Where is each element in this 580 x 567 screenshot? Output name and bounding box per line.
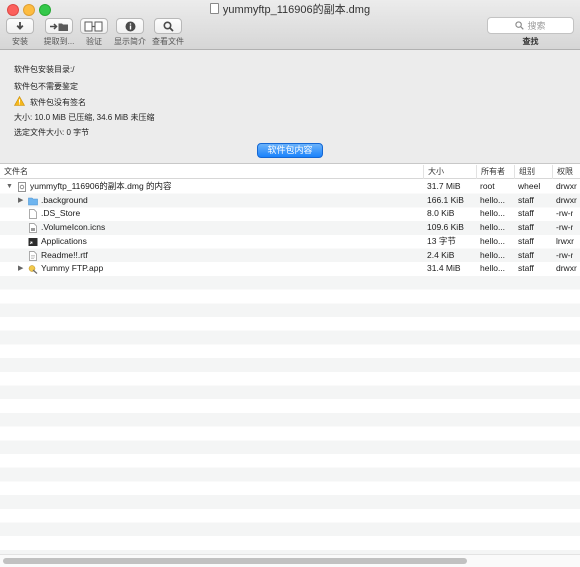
table-row[interactable]: ▶ .background 166.1 KiB hello... staff d… [0,194,580,208]
search-label: 查找 [522,37,539,46]
document-icon [209,3,219,14]
view-files-label: 查看文件 [152,37,184,46]
column-header-permissions[interactable]: 权限 [552,165,580,179]
table-row[interactable]: ▼ yummyftp_116906的副本.dmg 的内容 31.7 MiB ro… [0,180,580,194]
file-group: staff [518,263,534,274]
document-icon [29,209,37,220]
window-title-text: yummyftp_116906的副本.dmg [222,4,371,16]
table-header: 文件名 大小 所有者 组别 权限 [0,165,580,179]
file-name: .VolumeIcon.icns [41,222,106,233]
extract-to-button[interactable] [45,18,73,34]
download-arrow-icon [16,22,24,30]
column-header-owner[interactable]: 所有者 [476,165,514,179]
show-info-label: 显示简介 [114,37,146,46]
package-contents-button[interactable]: 软件包内容 [257,143,323,158]
file-owner: hello... [480,222,506,233]
extract-to-label: 提取到... [43,37,75,46]
alias-icon [28,237,38,246]
file-permissions: drwxr [556,263,577,274]
file-size: 13 字节 [427,235,456,246]
file-owner: hello... [480,249,506,260]
disclosure-expanded-icon[interactable]: ▼ [6,180,13,194]
table-row[interactable]: ▶ Yummy FTP.app 31.4 MiB hello... staff … [0,262,580,276]
disclosure-collapsed-icon[interactable]: ▶ [18,262,23,276]
disk-image-icon [18,182,26,192]
table-row[interactable]: .VolumeIcon.icns 109.6 KiB hello... staf… [0,221,580,235]
verify-label: 验证 [86,37,102,46]
install-directory-text: 软件包安装目录:/ [14,65,75,74]
table-row[interactable]: .DS_Store 8.0 KiB hello... staff -rw-r [0,207,580,221]
warning-icon [14,96,25,106]
file-owner: hello... [480,235,506,246]
file-group: staff [518,249,534,260]
signature-text: 软件包没有签名 [30,98,86,107]
file-name: Applications [41,235,87,246]
file-group: staff [518,222,534,233]
column-header-name[interactable]: 文件名 [0,165,423,179]
file-group: wheel [518,181,541,191]
file-size: 31.4 MiB [427,263,461,274]
authentication-text: 软件包不需要鉴定 [14,82,78,91]
install-label: 安装 [12,37,28,46]
file-size: 166.1 KiB [427,194,464,205]
show-info-button[interactable] [116,18,144,34]
view-files-button[interactable] [154,18,182,34]
file-size: 2.4 KiB [427,249,455,260]
file-permissions: -rw-r [556,249,574,260]
file-size: 109.6 KiB [427,222,464,233]
verify-icon [84,21,103,31]
search-input[interactable]: 搜索 [487,17,574,34]
horizontal-scrollbar[interactable] [0,554,580,567]
package-info-panel: 软件包安装目录:/ 软件包不需要鉴定 软件包没有签名 大小: 10.0 MiB … [0,50,580,164]
file-permissions: lrwxr [556,235,574,246]
package-size-text: 大小: 10.0 MiB 已压缩, 34.6 MiB 未压缩 [14,113,155,122]
selected-size-text: 选定文件大小: 0 字节 [14,128,90,137]
app-icon [28,265,38,275]
signature-status: 软件包没有签名 [14,96,86,108]
column-header-size[interactable]: 大小 [423,165,476,179]
search-field-icon [515,21,525,30]
scrollbar-thumb[interactable] [3,558,467,564]
table-row[interactable]: Readme!!.rtf 2.4 KiB hello... staff -rw-… [0,249,580,263]
info-icon [125,21,135,31]
file-size: 8.0 KiB [427,208,455,219]
file-name: .DS_Store [41,208,81,219]
file-permissions: -rw-r [556,222,574,233]
file-permissions: drwxr [556,194,577,205]
file-group: staff [518,208,534,219]
file-name: yummyftp_116906的副本.dmg 的内容 [30,181,172,191]
window-title: yummyftp_116906的副本.dmg [0,2,580,18]
extract-to-folder-icon [50,22,68,31]
icns-file-icon [29,223,37,233]
file-owner: root [480,181,495,191]
file-name: .background [41,194,88,205]
table-body: ▼ yummyftp_116906的副本.dmg 的内容 31.7 MiB ro… [0,180,580,554]
search-icon [162,20,174,32]
file-owner: hello... [480,194,506,205]
file-owner: hello... [480,263,506,274]
search-placeholder: 搜索 [527,21,546,31]
table-row[interactable]: Applications 13 字节 hello... staff lrwxr [0,235,580,249]
folder-icon [28,197,38,205]
file-name: Readme!!.rtf [41,249,88,260]
file-group: staff [518,235,534,246]
install-button[interactable] [6,18,34,34]
rtf-document-icon [29,250,37,261]
file-permissions: -rw-r [556,208,574,219]
file-permissions: drwxr [556,181,577,191]
title-toolbar: yummyftp_116906的副本.dmg 安装 提取到... 验证 显示简介… [0,0,580,50]
file-owner: hello... [480,208,506,219]
file-group: staff [518,194,534,205]
file-table: 文件名 大小 所有者 组别 权限 ▼ yummyftp_116906的副本.dm… [0,165,580,554]
column-header-group[interactable]: 组别 [514,165,552,179]
file-size: 31.7 MiB [427,181,461,191]
disclosure-collapsed-icon[interactable]: ▶ [18,194,23,208]
verify-button[interactable] [80,18,108,34]
file-name: Yummy FTP.app [41,263,104,274]
